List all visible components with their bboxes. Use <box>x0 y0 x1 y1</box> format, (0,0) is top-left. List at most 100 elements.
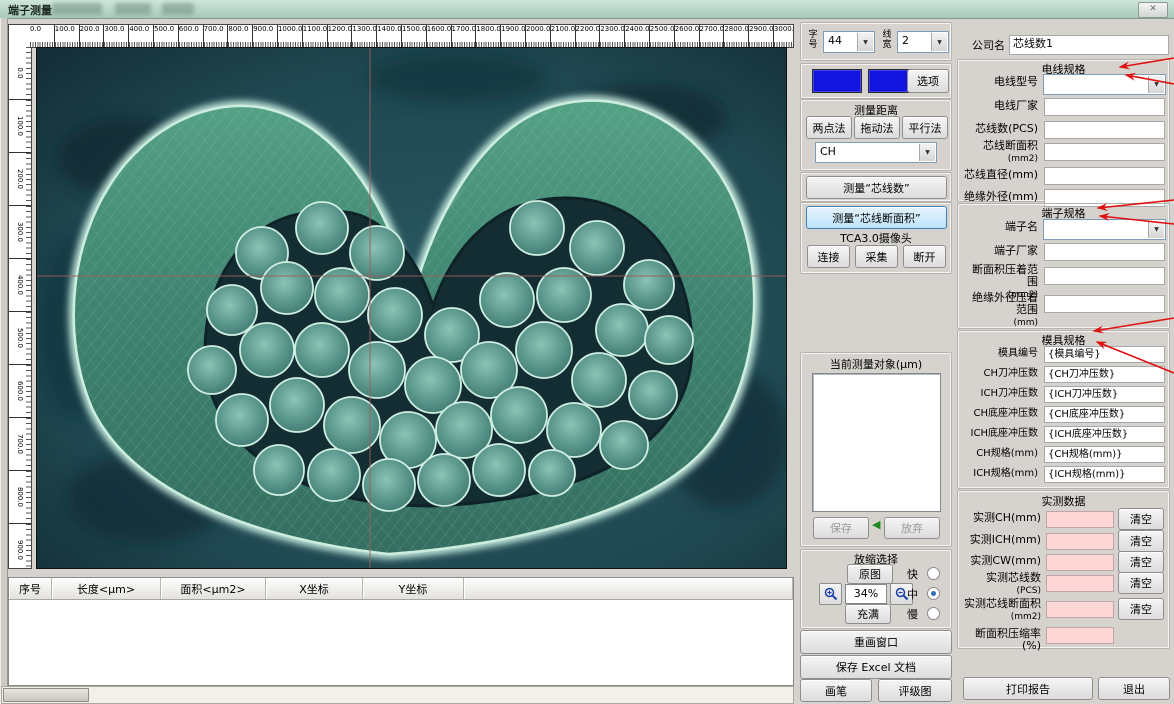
measured-value-input[interactable] <box>1046 533 1114 550</box>
wire-strand <box>417 453 471 507</box>
field-select[interactable]: ▼ <box>1043 219 1166 240</box>
disconnect-button[interactable]: 断开 <box>903 245 946 268</box>
options-button[interactable]: 选项 <box>907 69 949 93</box>
table-column-header[interactable]: X坐标 <box>266 578 363 599</box>
measurement-listbox[interactable] <box>812 373 941 512</box>
clear-button[interactable]: 清空 <box>1118 598 1164 620</box>
chevron-down-icon[interactable]: ▼ <box>857 33 873 51</box>
field-input[interactable] <box>1044 121 1165 139</box>
wire-strand <box>307 448 361 502</box>
redraw-window-button[interactable]: 重画窗口 <box>800 630 952 654</box>
save-measure-button[interactable]: 保存 <box>813 517 869 539</box>
rating-chart-button[interactable]: 评级图 <box>878 679 952 702</box>
field-input[interactable] <box>1044 98 1165 116</box>
ruler-tick-label: 400.0 <box>128 25 153 47</box>
table-column-header[interactable]: Y坐标 <box>363 578 464 599</box>
parallel-method-button[interactable]: 平行法 <box>902 116 948 139</box>
mold-field-input[interactable]: {ICH底座冲压数} <box>1044 426 1165 443</box>
mold-field-input[interactable]: {模具编号} <box>1044 346 1165 363</box>
field-input[interactable] <box>1044 243 1165 261</box>
ruler-tick-label: 2900.0 <box>748 25 773 47</box>
app-window: 端子测量 ✕ 0.0 0.0100.0200.0300.0400.0500.06… <box>0 0 1174 704</box>
wire-strand <box>206 284 258 336</box>
mold-field-label: ICH底座冲压数 <box>970 428 1038 439</box>
ch-select[interactable]: CH ▼ <box>815 142 937 163</box>
field-select[interactable]: ▼ <box>1043 74 1166 95</box>
ruler-tick-label: 800.0 <box>227 25 253 47</box>
exit-button[interactable]: 退出 <box>1098 677 1170 700</box>
mold-field-label: ICH刀冲压数 <box>980 388 1038 399</box>
zoom-percent-field[interactable]: 34% <box>845 584 887 604</box>
chevron-down-icon[interactable]: ▼ <box>919 144 935 161</box>
measured-value-input[interactable] <box>1046 554 1114 571</box>
measurement-table[interactable]: 序号 长度<μm> 面积<μm2> X坐标 Y坐标 <box>8 577 794 686</box>
original-size-button[interactable]: 原图 <box>847 564 893 584</box>
field-input[interactable] <box>1044 267 1165 285</box>
two-point-button[interactable]: 两点法 <box>806 116 852 139</box>
close-button[interactable]: ✕ <box>1138 2 1168 18</box>
wire-strand <box>644 315 694 365</box>
table-column-header[interactable] <box>464 578 793 599</box>
measured-value-input[interactable] <box>1046 627 1114 644</box>
fit-button[interactable]: 充满 <box>845 604 891 624</box>
measured-value-input[interactable] <box>1046 601 1114 618</box>
color-options-frame: 选项 <box>800 63 952 99</box>
measured-value-input[interactable] <box>1046 511 1114 528</box>
table-column-header[interactable]: 长度<μm> <box>52 578 161 599</box>
mold-field-input[interactable]: {CH刀冲压数} <box>1044 366 1165 383</box>
measured-value-input[interactable] <box>1046 575 1114 592</box>
redacted-text <box>52 3 102 15</box>
drag-method-button[interactable]: 拖动法 <box>854 116 900 139</box>
field-input[interactable] <box>1044 167 1165 185</box>
chevron-down-icon[interactable]: ▼ <box>931 33 947 51</box>
field-input[interactable] <box>1044 143 1165 161</box>
field-label: 端子厂家 <box>994 244 1038 257</box>
speed-slow-radio[interactable] <box>927 607 940 620</box>
clear-button[interactable]: 清空 <box>1118 530 1164 552</box>
redacted-text <box>115 3 151 15</box>
font-size-select[interactable]: 44 ▼ <box>823 31 875 53</box>
current-object-group: 当前测量对象(μm) 保存 ◀ 放弃 <box>800 352 952 547</box>
wire-strand <box>367 287 423 343</box>
horizontal-scrollbar[interactable] <box>1 686 794 704</box>
save-excel-button[interactable]: 保存 Excel 文档 <box>800 655 952 679</box>
company-label: 公司名 <box>972 39 1005 52</box>
pen-button[interactable]: 画笔 <box>800 679 872 702</box>
table-column-header[interactable]: 序号 <box>9 578 52 599</box>
microscope-image[interactable] <box>36 47 787 569</box>
chevron-down-icon[interactable]: ▼ <box>1148 76 1164 93</box>
connect-button[interactable]: 连接 <box>807 245 850 268</box>
mold-field-input[interactable]: {CH规格(mm)} <box>1044 446 1165 463</box>
clear-button[interactable]: 清空 <box>1118 572 1164 594</box>
color-swatch-1[interactable] <box>812 69 862 93</box>
mold-field-input[interactable]: {ICH规格(mm)} <box>1044 466 1165 483</box>
line-width-select[interactable]: 2 ▼ <box>897 31 949 53</box>
mold-field-label: ICH规格(mm) <box>973 468 1038 479</box>
mold-field-input[interactable]: {CH底座冲压数} <box>1044 406 1165 423</box>
mold-spec-group: 模具规格 模具编号 {模具编号} CH刀冲压数 {CH刀冲压数} ICH刀冲压数 {ICH… <box>957 330 1170 489</box>
ruler-tick-label: 300.0 <box>103 25 129 47</box>
clear-button[interactable]: 清空 <box>1118 508 1164 530</box>
chevron-down-icon[interactable]: ▼ <box>1148 221 1164 238</box>
table-column-header[interactable]: 面积<μm2> <box>161 578 266 599</box>
measure-core-count-button[interactable]: 测量“芯线数” <box>806 176 947 199</box>
speed-fast-radio[interactable] <box>927 567 940 580</box>
print-report-button[interactable]: 打印报告 <box>963 677 1093 700</box>
speed-medium-radio[interactable] <box>927 587 940 600</box>
company-input[interactable]: 芯线数1 <box>1009 35 1169 55</box>
ruler-tick-label: 2100.0 <box>549 25 575 47</box>
measured-field-label: 实测芯线断面积 (mm2) <box>964 597 1041 623</box>
table-header-row: 序号 长度<μm> 面积<μm2> X坐标 Y坐标 <box>9 578 793 600</box>
wire-spec-group: 电线规格 电线型号 ▼ 电线厂家 芯线数(PCS) 芯线断面积 (mm2) 芯线直径(mm)… <box>957 59 1170 207</box>
measured-field-label: 实测CH(mm) <box>973 511 1041 524</box>
ruler-tick-label: 0.0 <box>9 47 31 99</box>
capture-button[interactable]: 采集 <box>855 245 898 268</box>
zoom-in-icon[interactable] <box>819 583 842 605</box>
measure-core-area-button[interactable]: 测量“芯线断面积” <box>806 206 947 229</box>
discard-measure-button[interactable]: 放弃 <box>884 517 940 539</box>
mold-field-input[interactable]: {ICH刀冲压数} <box>1044 386 1165 403</box>
speed-medium-label: 中 <box>907 588 918 601</box>
clear-button[interactable]: 清空 <box>1118 551 1164 573</box>
field-input[interactable] <box>1044 295 1165 313</box>
scrollbar-thumb[interactable] <box>3 688 89 702</box>
